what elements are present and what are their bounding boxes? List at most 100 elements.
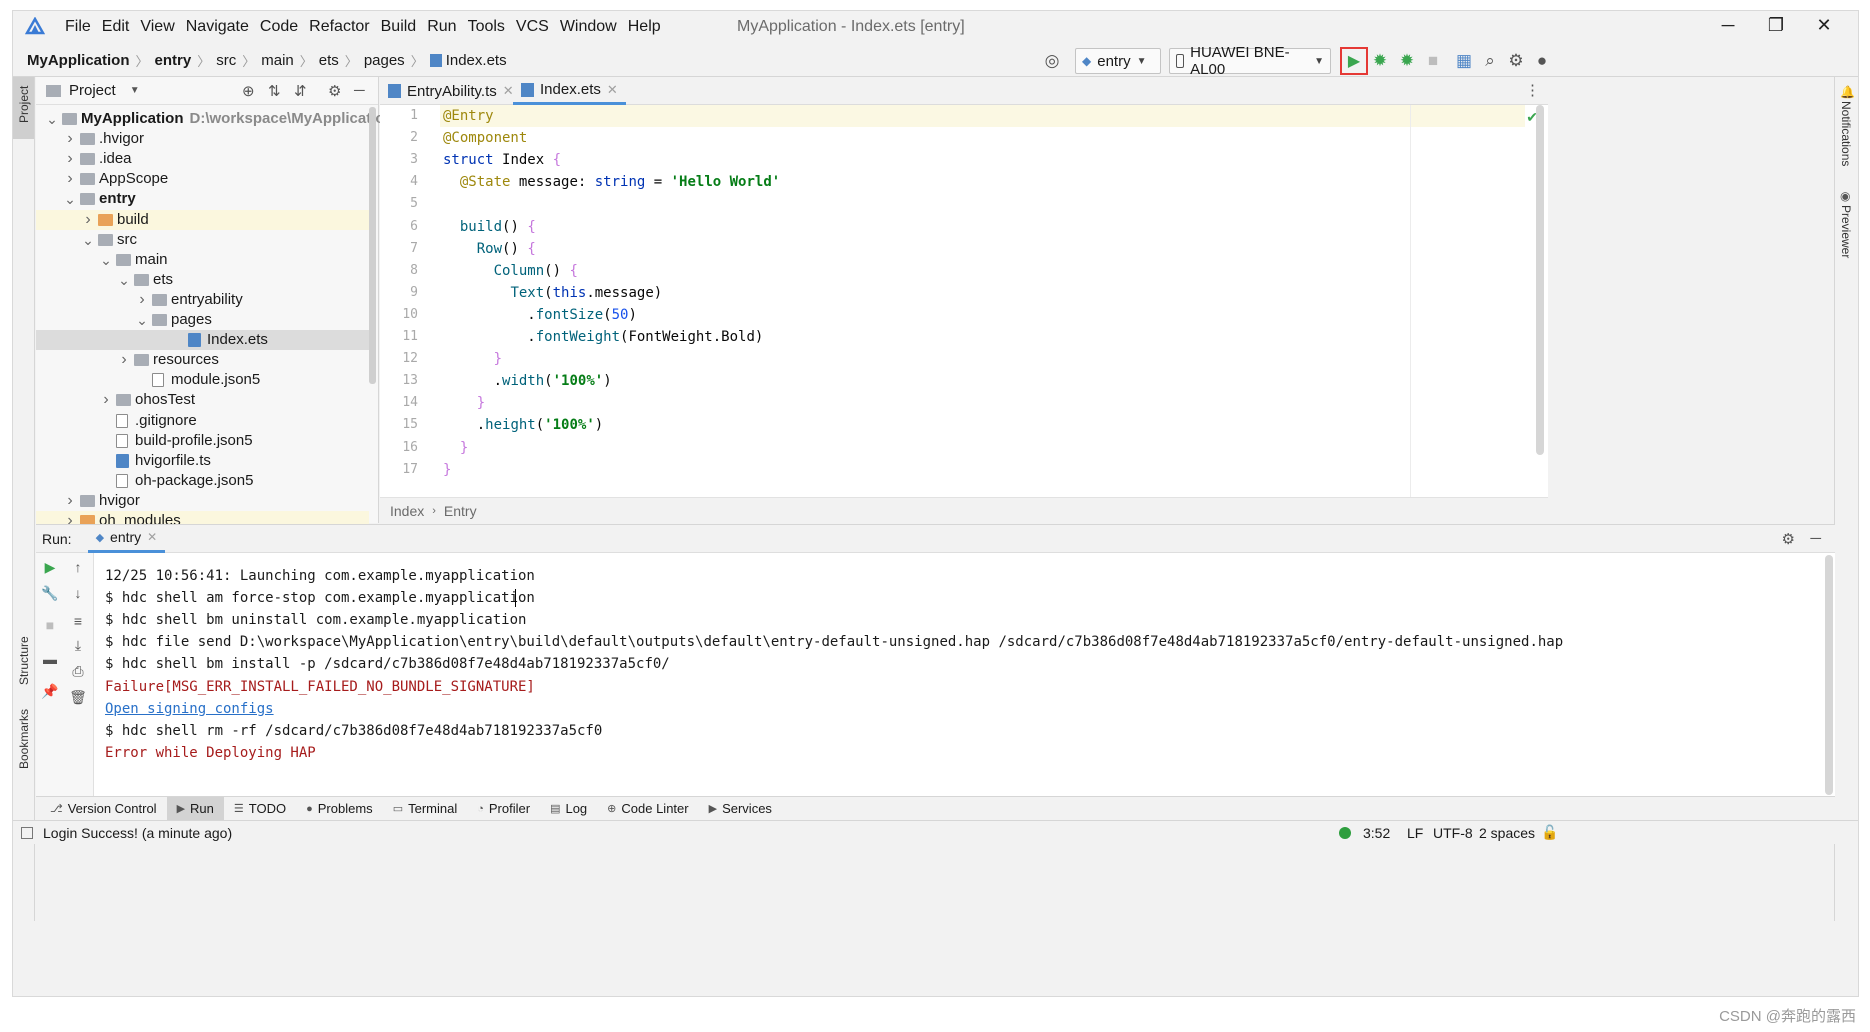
chevron-down-icon[interactable]: ⌄ xyxy=(118,270,130,290)
chevron-down-icon[interactable]: ▼ xyxy=(130,85,140,96)
tree-item[interactable]: › resources xyxy=(36,350,369,370)
structure-tool-label[interactable]: Structure xyxy=(17,636,31,685)
run-config-select[interactable]: ◆ entry ▼ xyxy=(1075,48,1161,74)
wrench-icon[interactable]: 🔧 xyxy=(40,583,60,603)
tree-item[interactable]: ⌄ main xyxy=(36,250,369,270)
menu-edit[interactable]: Edit xyxy=(102,18,130,36)
trash-icon[interactable]: 🗑 xyxy=(68,687,88,707)
restore-button[interactable]: ❐ xyxy=(1761,15,1791,36)
tool-tab-version-control[interactable]: ⎇ Version Control xyxy=(40,797,167,821)
tree-item[interactable]: ⌄ src xyxy=(36,230,369,250)
tool-tab-todo[interactable]: ☰ TODO xyxy=(224,797,296,821)
menu-window[interactable]: Window xyxy=(560,18,617,36)
close-icon[interactable]: ✕ xyxy=(147,530,157,544)
menu-refactor[interactable]: Refactor xyxy=(309,18,369,36)
down-arrow-icon[interactable]: ↓ xyxy=(68,583,88,603)
tool-tab-services[interactable]: ▶ Services xyxy=(699,797,782,821)
tree-item[interactable]: Index.ets xyxy=(36,330,369,351)
project-tool-button[interactable]: Project xyxy=(13,77,34,139)
lock-icon[interactable]: 🔓 xyxy=(1541,824,1558,841)
eye-icon[interactable]: ◉ xyxy=(1840,189,1850,203)
collapse-all-icon[interactable]: ⇵ xyxy=(294,82,307,100)
breadcrumb-item[interactable]: Entry xyxy=(444,503,477,519)
indent-setting[interactable]: 2 spaces xyxy=(1479,825,1535,841)
pin-icon[interactable]: 📌 xyxy=(40,681,60,701)
chevron-right-icon[interactable]: › xyxy=(64,149,76,169)
up-arrow-icon[interactable]: ↑ xyxy=(68,557,88,577)
chevron-right-icon[interactable]: › xyxy=(64,169,76,189)
menu-vcs[interactable]: VCS xyxy=(516,18,549,36)
chevron-down-icon[interactable]: ⌄ xyxy=(136,310,148,330)
status-message[interactable]: Login Success! (a minute ago) xyxy=(43,825,232,841)
menu-help[interactable]: Help xyxy=(628,18,661,36)
chevron-down-icon[interactable]: ⌄ xyxy=(46,109,58,129)
tab-entryability[interactable]: EntryAbility.ts ✕ xyxy=(380,77,522,105)
editor-scrollbar[interactable] xyxy=(1536,105,1544,455)
layout-icon[interactable]: ▬ xyxy=(40,649,60,669)
breadcrumb-item[interactable]: pages xyxy=(364,52,405,69)
tree-item[interactable]: hvigorfile.ts xyxy=(36,451,369,471)
close-window-button[interactable]: ✕ xyxy=(1809,15,1839,36)
menu-build[interactable]: Build xyxy=(381,18,417,36)
status-toggle-icon[interactable] xyxy=(21,826,33,839)
gear-icon[interactable]: ⚙ xyxy=(1782,530,1795,548)
chevron-right-icon[interactable]: › xyxy=(100,390,112,410)
avatar[interactable]: ● xyxy=(1531,50,1553,72)
line-separator[interactable]: LF xyxy=(1407,825,1423,841)
device-select[interactable]: HUAWEI BNE-AL00 ▼ xyxy=(1169,44,1331,78)
tree-item[interactable]: ⌄ entry xyxy=(36,189,369,209)
tree-item[interactable]: › AppScope xyxy=(36,169,369,189)
breadcrumb-item[interactable]: ets xyxy=(319,52,339,69)
minimize-button[interactable]: ─ xyxy=(1713,15,1743,36)
tree-item[interactable]: › build xyxy=(36,209,369,230)
console-scrollbar[interactable] xyxy=(1825,555,1833,795)
tree-item[interactable]: ⌄ ets xyxy=(36,270,369,290)
tree-item[interactable]: .gitignore xyxy=(36,411,369,431)
chevron-right-icon[interactable]: › xyxy=(136,290,148,310)
tree-item[interactable]: › hvigor xyxy=(36,491,369,511)
breadcrumb-item[interactable]: Index.ets xyxy=(446,52,507,69)
bell-icon[interactable]: 🔔 xyxy=(1840,85,1855,99)
project-view-select[interactable]: Project xyxy=(69,82,116,99)
tool-tab-code-linter[interactable]: ⊕ Code Linter xyxy=(597,797,698,821)
tool-tab-log[interactable]: ▤ Log xyxy=(540,797,597,821)
breadcrumb-item[interactable]: entry xyxy=(155,52,192,69)
close-icon[interactable]: ✕ xyxy=(607,82,618,98)
signing-configs-link[interactable]: Open signing configs xyxy=(105,698,274,720)
tree-item[interactable]: oh-package.json5 xyxy=(36,471,369,491)
tree-item[interactable]: ⌄ pages xyxy=(36,310,369,330)
gear-icon[interactable]: ⚙ xyxy=(1505,50,1527,72)
menu-view[interactable]: View xyxy=(140,18,174,36)
run-button[interactable]: ▶ xyxy=(1340,47,1368,75)
gear-icon[interactable]: ⚙ xyxy=(328,82,341,100)
rerun-icon[interactable]: ▶ xyxy=(40,557,60,577)
search-icon[interactable]: ⌕ xyxy=(1479,50,1501,72)
menu-file[interactable]: File xyxy=(65,18,91,36)
tool-tab-problems[interactable]: ● Problems xyxy=(296,797,383,821)
tab-index[interactable]: Index.ets ✕ xyxy=(513,77,626,105)
file-encoding[interactable]: UTF-8 xyxy=(1433,825,1473,841)
chevron-down-icon[interactable]: ⌄ xyxy=(82,230,94,250)
cursor-position[interactable]: 3:52 xyxy=(1363,825,1390,841)
tool-tab-terminal[interactable]: ▭ Terminal xyxy=(383,797,468,821)
menu-navigate[interactable]: Navigate xyxy=(186,18,249,36)
tree-item[interactable]: › entryability xyxy=(36,290,369,310)
tool-tab-profiler[interactable]: ◔ Profiler xyxy=(467,797,540,821)
menu-code[interactable]: Code xyxy=(260,18,298,36)
target-icon[interactable]: ◎ xyxy=(1041,50,1063,72)
hide-icon[interactable]: ─ xyxy=(354,82,365,99)
code-area[interactable]: @Entry @Component struct Index { @State me… xyxy=(443,105,1523,497)
tab-run-entry[interactable]: ◆ entry ✕ xyxy=(87,525,166,553)
debug-icon[interactable]: ✹ xyxy=(1369,50,1391,72)
bookmarks-tool-label[interactable]: Bookmarks xyxy=(17,709,31,769)
chevron-right-icon[interactable]: › xyxy=(118,350,130,370)
print-icon[interactable]: ⎙ xyxy=(68,661,88,681)
soft-wrap-icon[interactable]: ≡ xyxy=(68,611,88,631)
tree-item[interactable]: › .hvigor xyxy=(36,129,369,149)
project-scrollbar[interactable] xyxy=(369,107,376,384)
breadcrumb-item[interactable]: src xyxy=(216,52,236,69)
tool-tab-run[interactable]: ▶ Run xyxy=(166,796,224,821)
tree-item[interactable]: build-profile.json5 xyxy=(36,431,369,451)
tree-item[interactable]: › .idea xyxy=(36,149,369,169)
chevron-right-icon[interactable]: › xyxy=(82,210,94,230)
